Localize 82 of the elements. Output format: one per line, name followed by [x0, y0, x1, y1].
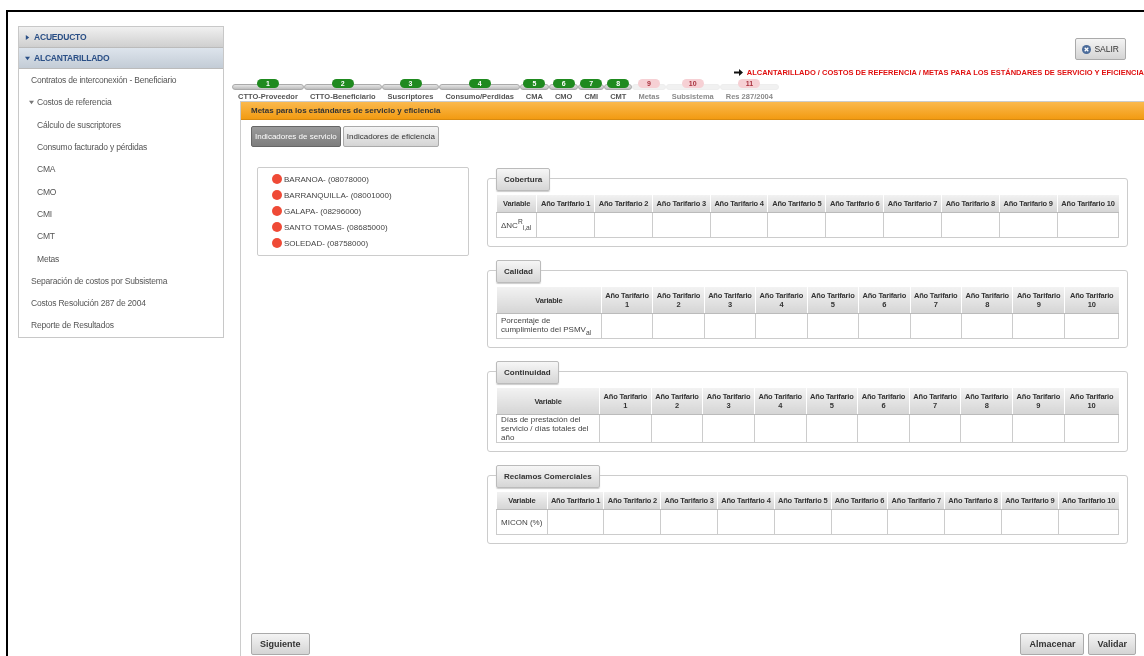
validate-button[interactable]: Validar — [1088, 633, 1136, 655]
input-cell[interactable] — [774, 509, 832, 535]
status-dot-icon — [272, 190, 282, 200]
input-cell[interactable] — [603, 509, 661, 535]
arrow-right-icon — [733, 68, 743, 76]
menu-item[interactable]: Separación de costos por Subsistema — [19, 269, 223, 292]
input-cell[interactable] — [909, 414, 961, 443]
input-cell[interactable] — [825, 212, 884, 238]
input-cell[interactable] — [806, 414, 858, 443]
input-cell[interactable] — [755, 313, 808, 339]
input-cell[interactable] — [960, 414, 1013, 443]
menu-item[interactable]: Costos de referencia — [19, 91, 223, 114]
municipality-item[interactable]: BARANOA- (08078000) — [284, 174, 369, 184]
menu-item[interactable]: CMA — [19, 158, 223, 181]
tab[interactable]: Indicadores de eficiencia — [342, 126, 439, 147]
input-cell[interactable] — [1012, 313, 1065, 339]
section-title: Reclamos Comerciales — [496, 465, 600, 488]
caret-down-icon — [29, 99, 34, 105]
caret-right-icon — [25, 34, 30, 40]
menu-item[interactable]: CMI — [19, 202, 223, 226]
save-button[interactable]: Almacenar — [1020, 633, 1085, 655]
input-cell[interactable] — [883, 212, 942, 238]
menu-item[interactable]: Cálculo de suscriptores — [19, 113, 223, 136]
municipality-item[interactable]: BARRANQUILLA- (08001000) — [284, 190, 392, 200]
input-cell[interactable] — [944, 509, 1002, 535]
input-cell[interactable] — [601, 313, 653, 339]
menu-item[interactable]: Consumo facturado y pérdidas — [19, 135, 223, 159]
accordion-header[interactable]: ACUEDUCTO — [19, 27, 223, 48]
menu-item[interactable]: CMO — [19, 180, 223, 203]
variable-cell: Porcentaje de cumplimiento del PSMV$_{al}$ — [496, 313, 602, 339]
input-cell[interactable] — [887, 509, 945, 535]
accordion-header[interactable]: ALCANTARILLADO — [19, 48, 223, 69]
caret-down-icon — [25, 55, 30, 61]
menu-item[interactable]: Costos Resolución 287 de 2004 — [19, 291, 223, 315]
input-cell[interactable] — [717, 509, 775, 535]
input-cell[interactable] — [768, 212, 826, 238]
variable-cell: Días de prestación del servicio / días totales del año — [496, 414, 600, 443]
input-cell[interactable] — [807, 313, 859, 339]
variable-cell: MICON (%) — [496, 509, 548, 535]
menu-item[interactable]: Reporte de Resultados — [19, 314, 223, 337]
menu-item[interactable]: CMT — [19, 225, 223, 248]
input-cell[interactable] — [941, 212, 1000, 238]
municipality-item[interactable]: GALAPA- (08296000) — [284, 206, 362, 216]
input-cell[interactable] — [910, 313, 962, 339]
input-cell[interactable] — [594, 212, 653, 238]
input-cell[interactable] — [1012, 414, 1065, 443]
input-cell[interactable] — [547, 509, 604, 535]
input-cell[interactable] — [702, 414, 755, 443]
status-dot-icon — [272, 238, 282, 248]
input-cell[interactable] — [1064, 313, 1119, 339]
input-cell[interactable] — [710, 212, 768, 238]
panel-title: Metas para los estándares de servicio y eficiencia — [241, 102, 1144, 120]
status-dot-icon — [272, 206, 282, 216]
municipality-item[interactable]: SOLEDAD- (08758000) — [284, 238, 369, 248]
close-icon — [1082, 44, 1092, 54]
status-dot-icon — [272, 222, 282, 232]
input-cell[interactable] — [961, 313, 1013, 339]
input-cell[interactable] — [652, 313, 705, 339]
input-cell[interactable] — [857, 414, 910, 443]
status-dot-icon — [272, 174, 282, 184]
menu-item[interactable]: Metas — [19, 247, 223, 270]
next-button[interactable]: Siguiente — [251, 633, 310, 655]
exit-button[interactable]: SALIR — [1075, 38, 1126, 60]
input-cell[interactable] — [536, 212, 595, 238]
input-cell[interactable] — [999, 212, 1058, 238]
input-cell[interactable] — [1057, 212, 1119, 238]
input-cell[interactable] — [831, 509, 888, 535]
input-cell[interactable] — [1001, 509, 1059, 535]
section-title: Continuidad — [496, 361, 559, 384]
input-cell[interactable] — [1058, 509, 1119, 535]
section-title: Cobertura — [496, 168, 551, 191]
input-cell[interactable] — [651, 414, 703, 443]
input-cell[interactable] — [1064, 414, 1119, 443]
input-cell[interactable] — [660, 509, 718, 535]
municipality-item[interactable]: SANTO TOMAS- (08685000) — [284, 222, 388, 232]
input-cell[interactable] — [599, 414, 652, 443]
menu-item[interactable]: Contratos de interconexión - Beneficiario — [19, 69, 223, 92]
input-cell[interactable] — [754, 414, 807, 443]
input-cell[interactable] — [858, 313, 910, 339]
section-title: Calidad — [496, 260, 541, 283]
input-cell[interactable] — [652, 212, 711, 238]
input-cell[interactable] — [704, 313, 756, 339]
